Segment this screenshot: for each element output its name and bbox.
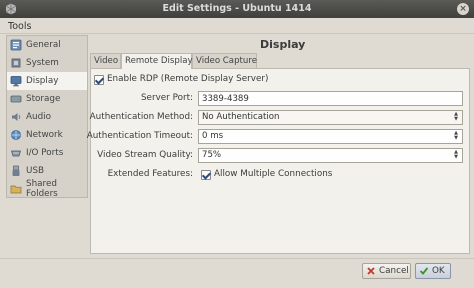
- page-title: Display: [260, 38, 306, 51]
- ok-label: OK: [432, 266, 445, 276]
- sidebar-item-label: Display: [26, 76, 59, 86]
- title-bar: Edit Settings - Ubuntu 1414 ×: [0, 0, 474, 18]
- server-port-input[interactable]: [198, 91, 463, 106]
- auth-timeout-spinbox[interactable]: 0 ms ▲ ▼: [198, 129, 463, 144]
- video-quality-value: 75%: [202, 150, 222, 160]
- sidebar-item-label: USB: [26, 166, 45, 176]
- network-icon: [10, 129, 22, 141]
- spin-arrows-icon[interactable]: ▲ ▼: [452, 131, 460, 142]
- audio-icon: [10, 111, 22, 123]
- sidebar-item-network[interactable]: Network: [7, 126, 87, 144]
- tab-remote-display[interactable]: Remote Display: [121, 53, 193, 69]
- auth-method-label: Authentication Method:: [89, 112, 193, 122]
- enable-rdp-row: Enable RDP (Remote Display Server): [91, 72, 469, 87]
- ok-button[interactable]: OK: [415, 263, 451, 279]
- auth-timeout-row: Authentication Timeout: 0 ms ▲ ▼: [87, 129, 469, 144]
- sidebar-item-display[interactable]: Display: [7, 72, 87, 90]
- sidebar-item-label: Audio: [26, 112, 52, 122]
- sidebar-item-label: I/O Ports: [26, 148, 64, 158]
- auth-method-row: Authentication Method: No Authentication…: [89, 110, 469, 125]
- usb-icon: [10, 165, 22, 177]
- remote-display-panel: Enable RDP (Remote Display Server) Serve…: [87, 68, 470, 254]
- sidebar-item-general[interactable]: General: [7, 36, 87, 54]
- tools-menu[interactable]: Tools: [8, 21, 31, 32]
- separator: [0, 33, 474, 34]
- allow-multiple-checkbox[interactable]: [201, 170, 211, 180]
- settings-sidebar: General System Display Storage Audio Net…: [6, 35, 88, 199]
- sidebar-item-label: System: [26, 58, 59, 68]
- auth-timeout-value: 0 ms: [202, 131, 224, 141]
- sidebar-item-io-ports[interactable]: I/O Ports: [7, 144, 87, 162]
- page-header: Display: [90, 35, 474, 53]
- general-icon: [10, 39, 22, 51]
- server-port-label: Server Port:: [140, 93, 193, 103]
- cancel-label: Cancel: [379, 266, 409, 276]
- auth-method-value: No Authentication: [202, 112, 280, 122]
- server-port-row: Server Port:: [91, 91, 469, 106]
- sidebar-item-label: General: [26, 40, 61, 50]
- display-icon: [10, 75, 22, 87]
- extended-features-row: Extended Features: Allow Multiple Connec…: [91, 167, 469, 182]
- tab-video[interactable]: Video: [90, 53, 121, 68]
- checkmark-icon: [419, 266, 429, 276]
- enable-rdp-label[interactable]: Enable RDP (Remote Display Server): [107, 74, 268, 84]
- sidebar-item-audio[interactable]: Audio: [7, 108, 87, 126]
- window-close-button[interactable]: ×: [457, 3, 469, 15]
- shared-folders-icon: [10, 183, 22, 195]
- cancel-button[interactable]: Cancel: [362, 263, 411, 279]
- sidebar-item-system[interactable]: System: [7, 54, 87, 72]
- video-quality-spinbox[interactable]: 75% ▲ ▼: [198, 148, 463, 163]
- allow-multiple-label[interactable]: Allow Multiple Connections: [214, 169, 332, 179]
- video-quality-label: Video Stream Quality:: [97, 150, 193, 160]
- auth-timeout-label: Authentication Timeout:: [86, 131, 193, 141]
- separator: [0, 258, 474, 259]
- spin-arrows-icon[interactable]: ▲ ▼: [452, 150, 460, 161]
- extended-features-label: Extended Features:: [107, 169, 193, 179]
- enable-rdp-checkbox[interactable]: [94, 75, 104, 85]
- sidebar-item-label: Storage: [26, 94, 61, 104]
- sidebar-item-label: Shared Folders: [26, 179, 58, 199]
- auth-method-select[interactable]: No Authentication ▲ ▼: [198, 110, 463, 125]
- sidebar-item-usb[interactable]: USB: [7, 162, 87, 180]
- sidebar-item-storage[interactable]: Storage: [7, 90, 87, 108]
- cancel-icon: [366, 266, 376, 276]
- combo-arrows-icon: ▲ ▼: [454, 111, 458, 122]
- video-quality-row: Video Stream Quality: 75% ▲ ▼: [91, 148, 469, 163]
- system-icon: [10, 57, 22, 69]
- sidebar-item-shared-folders[interactable]: Shared Folders: [7, 179, 87, 199]
- storage-icon: [10, 93, 22, 105]
- io-ports-icon: [10, 147, 22, 159]
- sidebar-item-label: Network: [26, 130, 63, 140]
- window-title: Edit Settings - Ubuntu 1414: [162, 3, 312, 14]
- tab-video-capture[interactable]: Video Capture: [192, 53, 257, 68]
